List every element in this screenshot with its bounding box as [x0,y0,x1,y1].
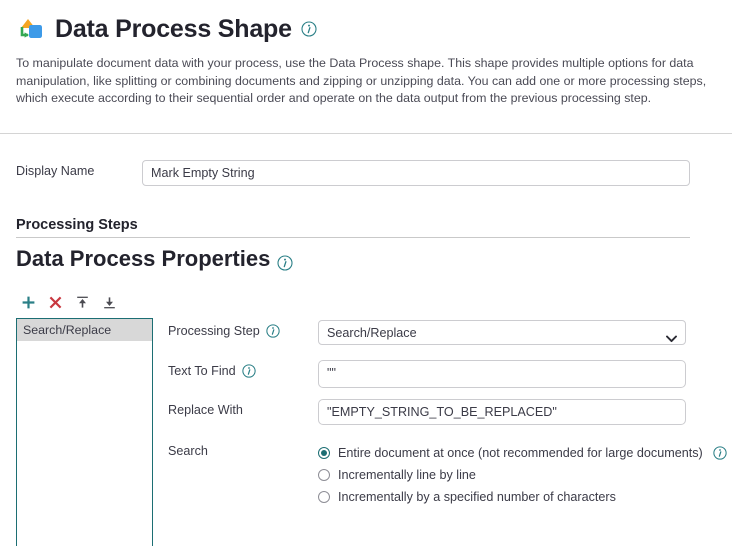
search-option-entire-document-label: Entire document at once (not recommended… [338,446,703,460]
processing-steps-listbox[interactable]: Search/Replace [16,318,153,546]
data-process-properties-title: Data Process Properties [16,246,271,271]
processing-step-info-icon[interactable] [266,324,280,338]
radio-by-characters[interactable] [318,491,330,503]
radio-line-by-line[interactable] [318,469,330,481]
steps-toolbar [20,294,117,310]
search-entire-document-info-icon[interactable] [713,446,727,460]
replace-with-label: Replace With [168,403,243,417]
search-option-line-by-line-label: Incrementally line by line [338,468,476,482]
replace-with-input[interactable] [318,399,686,425]
search-radio-group: Entire document at once (not recommended… [318,442,727,508]
processing-step-select[interactable]: Search/Replace [318,320,686,345]
add-step-button[interactable] [20,294,36,310]
text-to-find-info-icon[interactable] [242,364,256,378]
title-row: Data Process Shape [16,14,716,44]
delete-step-button[interactable] [47,294,63,310]
title-info-icon[interactable] [301,21,317,37]
list-item[interactable]: Search/Replace [17,319,152,341]
search-label: Search [168,444,208,458]
search-option-line-by-line[interactable]: Incrementally line by line [318,464,727,486]
data-process-shape-icon [16,14,46,44]
text-to-find-label-group: Text To Find [168,360,318,378]
processing-steps-divider [16,237,690,238]
move-step-up-button[interactable] [74,294,90,310]
data-process-properties-title-row: Data Process Properties [16,246,293,272]
processing-step-label: Processing Step [168,324,260,338]
search-option-by-characters-label: Incrementally by a specified number of c… [338,490,616,504]
page-title: Data Process Shape [55,14,292,43]
processing-step-label-group: Processing Step [168,320,318,338]
search-option-by-characters[interactable]: Incrementally by a specified number of c… [318,486,727,508]
properties-info-icon[interactable] [277,251,293,271]
text-to-find-label: Text To Find [168,364,236,378]
display-name-row: Display Name [16,160,716,186]
display-name-input[interactable] [142,160,690,186]
display-name-label: Display Name [16,164,95,178]
radio-entire-document[interactable] [318,447,330,459]
processing-steps-section-label: Processing Steps [16,217,138,233]
move-step-down-button[interactable] [101,294,117,310]
replace-with-row: Replace With [168,399,686,425]
data-process-shape-page: Data Process Shape To manipulate documen… [0,0,732,546]
text-to-find-row: Text To Find "" [168,360,686,388]
search-option-entire-document[interactable]: Entire document at once (not recommended… [318,442,727,464]
processing-step-row: Processing Step Search/Replace [168,320,686,345]
processing-step-select-wrap: Search/Replace [318,320,686,345]
shape-description: To manipulate document data with your pr… [16,56,707,105]
page-header: Data Process Shape To manipulate documen… [0,0,732,108]
text-to-find-input[interactable]: "" [318,360,686,388]
header-divider [0,133,732,134]
search-row: Search Entire document at once (not reco… [168,442,727,508]
